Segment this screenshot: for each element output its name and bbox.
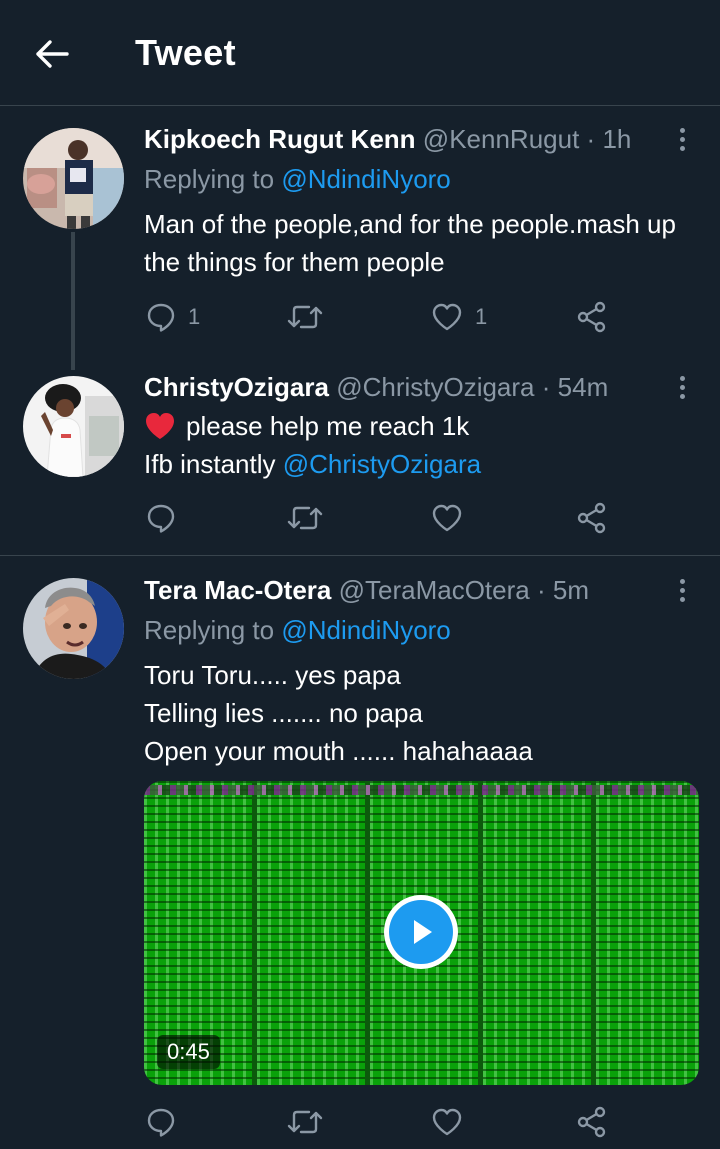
divider [0, 555, 720, 556]
more-options-button[interactable] [666, 369, 698, 405]
display-name[interactable]: ChristyOzigara [144, 372, 329, 402]
tweet-actions [144, 498, 624, 538]
reply-button[interactable]: 1 [146, 297, 200, 337]
video-player[interactable]: 0:45 [144, 781, 699, 1085]
more-dots-icon [679, 578, 685, 584]
replying-to: Replying to @NdindiNyoro [144, 164, 451, 195]
like-button[interactable]: 1 [431, 297, 487, 337]
tweet-text-line: Toru Toru..... yes papa [144, 660, 401, 690]
tweet-meta: ChristyOzigara @ChristyOzigara · 54m [144, 372, 660, 406]
video-frame-column [596, 781, 699, 1085]
avatar[interactable] [23, 578, 124, 679]
video-frame-column [257, 781, 365, 1085]
share-button[interactable] [576, 1102, 608, 1142]
arrow-left-icon [36, 40, 69, 68]
user-handle[interactable]: @KennRugut [423, 124, 580, 154]
like-button[interactable] [431, 498, 463, 538]
reply-icon [147, 1108, 175, 1137]
replying-to: Replying to @NdindiNyoro [144, 615, 451, 646]
more-options-button[interactable] [666, 572, 698, 608]
play-icon [414, 920, 432, 944]
mention-link[interactable]: @NdindiNyoro [281, 164, 450, 194]
heart-icon [432, 504, 462, 532]
share-icon [577, 301, 606, 333]
user-handle[interactable]: @TeraMacOtera [339, 575, 530, 605]
tweet-text-line2-prefix: Ifb instantly [144, 449, 276, 479]
tweet-actions [144, 1102, 624, 1142]
share-icon [577, 502, 606, 534]
tweet-meta: Tera Mac-Otera @TeraMacOtera · 5m [144, 575, 660, 609]
like-button[interactable] [431, 1102, 463, 1142]
play-button-circle [389, 900, 453, 964]
more-dots-icon [679, 127, 685, 133]
play-button[interactable] [384, 895, 458, 969]
reply-button[interactable] [146, 1102, 176, 1142]
reply-icon [147, 303, 175, 332]
tweet-text: Man of the people,and for the people.mas… [144, 209, 676, 277]
like-count: 1 [475, 304, 488, 329]
tweet-actions: 1 1 [144, 297, 624, 337]
top-bar: Tweet [0, 0, 720, 106]
separator-dot: · [586, 124, 596, 154]
tweet-meta: Kipkoech Rugut Kenn @KennRugut · 1h [144, 124, 660, 158]
share-button[interactable] [576, 498, 608, 538]
retweet-button[interactable] [287, 1102, 323, 1142]
retweet-icon [287, 506, 323, 530]
tweet-text-line: please help me reach 1k [144, 407, 699, 445]
more-options-button[interactable] [666, 121, 698, 157]
retweet-icon [287, 305, 323, 329]
more-dots-icon [679, 375, 685, 381]
red-heart-emoji-icon [146, 413, 174, 439]
replying-prefix: Replying to [144, 615, 275, 645]
video-glitch-band [144, 785, 699, 795]
tweet-text-line: Open your mouth ...... hahahaaaa [144, 736, 533, 766]
avatar[interactable] [23, 128, 124, 229]
heart-icon [432, 1108, 462, 1136]
display-name[interactable]: Kipkoech Rugut Kenn [144, 124, 416, 154]
timestamp[interactable]: 54m [558, 372, 609, 402]
thread-line [71, 232, 75, 370]
page-title: Tweet [135, 32, 236, 73]
timestamp[interactable]: 5m [553, 575, 589, 605]
tweet-text-line1: please help me reach 1k [186, 411, 470, 441]
mention-link[interactable]: @ChristyOzigara [283, 449, 481, 479]
user-handle[interactable]: @ChristyOzigara [336, 372, 534, 402]
video-duration: 0:45 [157, 1035, 220, 1069]
back-button[interactable] [30, 32, 74, 76]
tweet-text-line2: Ifb instantly @ChristyOzigara [144, 445, 699, 483]
avatar-image [23, 128, 124, 229]
retweet-button[interactable] [287, 297, 323, 337]
reply-count: 1 [188, 304, 201, 329]
retweet-icon [287, 1110, 323, 1134]
separator-dot: · [541, 372, 551, 402]
replying-prefix: Replying to [144, 164, 275, 194]
share-button[interactable] [576, 297, 608, 337]
retweet-button[interactable] [287, 498, 323, 538]
reply-button[interactable] [146, 498, 176, 538]
avatar-image [23, 578, 124, 679]
tweet-text-line: Telling lies ....... no papa [144, 698, 423, 728]
separator-dot: · [536, 575, 546, 605]
mention-link[interactable]: @NdindiNyoro [281, 615, 450, 645]
share-icon [577, 1106, 606, 1138]
video-frame-column [483, 781, 591, 1085]
heart-icon [432, 303, 462, 331]
reply-icon [147, 504, 175, 533]
avatar-image [23, 376, 124, 477]
tweet-text: please help me reach 1k Ifb instantly @C… [144, 407, 699, 483]
avatar[interactable] [23, 376, 124, 477]
tweet-text: Toru Toru..... yes papa Telling lies ...… [144, 656, 699, 770]
display-name[interactable]: Tera Mac-Otera [144, 575, 331, 605]
timestamp[interactable]: 1h [602, 124, 631, 154]
